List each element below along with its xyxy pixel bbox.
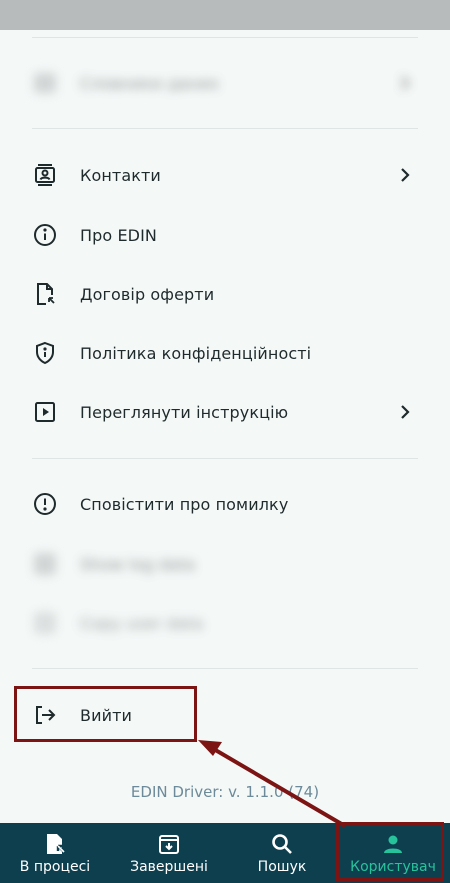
menu-item-label: Copy user data	[80, 613, 204, 633]
nav-in-progress[interactable]: В процесі	[0, 823, 110, 883]
shield-icon	[32, 340, 58, 366]
search-icon	[270, 832, 294, 856]
divider	[32, 128, 418, 129]
contacts-icon	[32, 162, 58, 188]
app-version: EDIN Driver: v. 1.1.0 (74)	[130, 783, 320, 801]
alert-circle-icon	[32, 491, 58, 517]
chevron-right-icon	[396, 403, 414, 421]
nav-label: В процесі	[19, 858, 91, 875]
info-icon	[32, 222, 58, 248]
chevron-right-icon	[396, 74, 414, 92]
menu-item-contacts[interactable]: Контакти	[0, 150, 450, 200]
bottom-nav: В процесі Завершені Пошук Користувач	[0, 823, 450, 883]
archive-icon	[157, 832, 181, 856]
menu-item-dictionaries[interactable]: Словники даних	[0, 58, 450, 108]
nav-completed[interactable]: Завершені	[110, 823, 228, 883]
menu-item-label: Сповістити про помилку	[80, 494, 289, 514]
logout-highlight-frame	[14, 686, 197, 742]
menu-item-privacy[interactable]: Політика конфіденційності	[0, 328, 450, 378]
nav-search[interactable]: Пошук	[228, 823, 336, 883]
play-video-icon	[32, 399, 58, 425]
nav-user[interactable]: Користувач	[336, 823, 450, 883]
divider	[32, 37, 418, 38]
blurred-icon	[32, 70, 58, 96]
copy-icon	[32, 610, 58, 636]
nav-label: Завершені	[130, 858, 208, 875]
menu-item-report-bug[interactable]: Сповістити про помилку	[0, 479, 450, 529]
menu-item-label: Переглянути інструкцію	[80, 402, 289, 422]
nav-label: Пошук	[257, 858, 307, 875]
nav-label: Користувач	[350, 858, 436, 875]
status-bar	[0, 0, 450, 30]
annotation-arrow	[198, 740, 347, 828]
menu-item-label: Контакти	[80, 165, 161, 185]
user-icon	[381, 832, 405, 856]
menu-item-label: Договір оферти	[80, 284, 215, 304]
divider	[32, 668, 418, 669]
document-arrow-icon	[43, 832, 67, 856]
menu-item-offer[interactable]: Договір оферти	[0, 269, 450, 319]
log-icon	[32, 551, 58, 577]
chevron-right-icon	[396, 166, 414, 184]
menu-item-instruction[interactable]: Переглянути інструкцію	[0, 387, 450, 437]
menu-item-about[interactable]: Про EDIN	[0, 210, 450, 260]
menu-item-label: Show log data	[80, 554, 196, 574]
document-arrow-icon	[32, 281, 58, 307]
menu-item-label: Про EDIN	[80, 225, 157, 245]
menu-item-label: Політика конфіденційності	[80, 343, 312, 363]
menu-item-show-log[interactable]: Show log data	[0, 539, 450, 589]
divider	[32, 458, 418, 459]
menu-item-label: Словники даних	[80, 73, 220, 93]
menu-item-copy-user[interactable]: Copy user data	[0, 598, 450, 648]
